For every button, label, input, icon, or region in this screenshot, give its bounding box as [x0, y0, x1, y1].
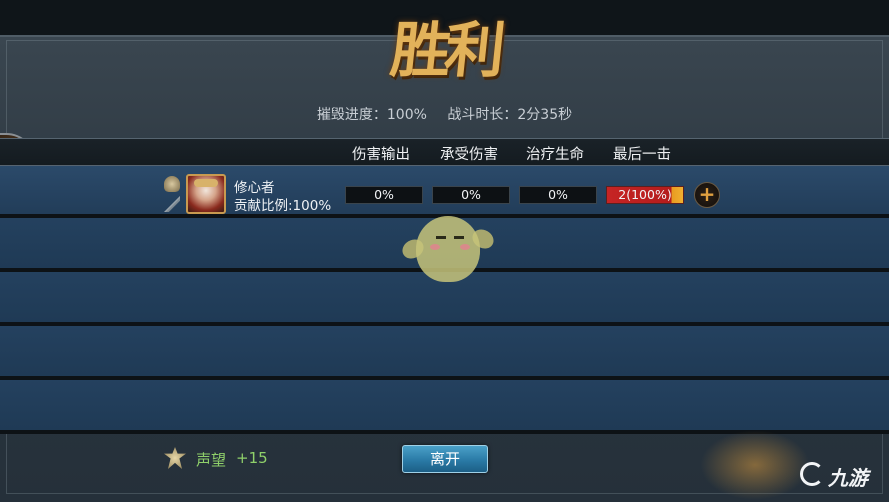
column-last-hit: 最后一击	[613, 147, 671, 163]
table-row	[0, 380, 889, 434]
destroy-progress: 摧毁进度：100%	[316, 107, 427, 123]
stat-damage-dealt: 0%	[345, 186, 423, 204]
column-damage-dealt: 伤害输出	[352, 147, 410, 163]
stat-last-hit: 2(100%)	[606, 186, 684, 204]
rank-medal-icon	[164, 176, 180, 192]
column-healing: 治疗生命	[526, 147, 584, 163]
table-row	[0, 326, 889, 380]
player-rank-icons	[162, 174, 182, 214]
battle-summary: 摧毁进度：100% 战斗时长：2分35秒	[200, 104, 689, 124]
avatar[interactable]	[186, 174, 226, 214]
watermark-text: 九游	[828, 466, 868, 490]
logo-icon	[800, 462, 824, 486]
plus-icon[interactable]: +	[694, 182, 720, 208]
column-damage-taken: 承受伤害	[440, 147, 498, 163]
mascot-image	[398, 216, 498, 286]
victory-title: 胜利	[387, 16, 503, 86]
stats-header: 伤害输出 承受伤害 治疗生命 最后一击	[0, 138, 889, 166]
corner-glow	[700, 430, 810, 500]
stat-damage-taken: 0%	[432, 186, 510, 204]
player-list	[0, 166, 889, 434]
leave-button[interactable]: 离开	[402, 445, 488, 473]
player-contribution: 贡献比例:100%	[234, 198, 332, 214]
stat-healing: 0%	[519, 186, 597, 204]
player-name: 修心者	[234, 180, 275, 196]
battle-duration: 战斗时长：2分35秒	[447, 107, 573, 123]
reputation-label: 声望	[196, 451, 227, 469]
sword-icon	[164, 196, 180, 212]
reputation-value: +15	[236, 449, 268, 467]
